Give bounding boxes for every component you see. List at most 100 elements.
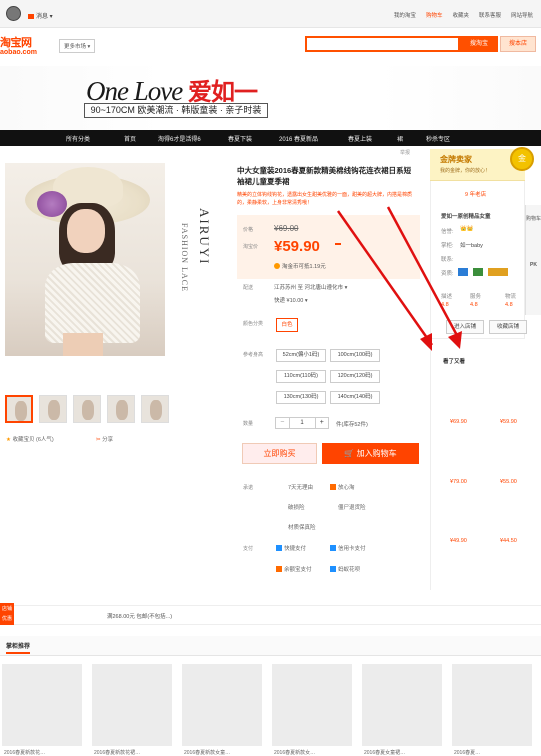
nav-skirts[interactable]: 裙	[397, 134, 403, 143]
service-assured[interactable]: 放心淘	[330, 483, 355, 491]
sidebar-pk[interactable]: PK	[526, 262, 541, 268]
shipping-fee[interactable]: 快递 ¥10.00 ▾	[274, 296, 308, 304]
arrow-line-right	[386, 206, 462, 342]
nav-promo[interactable]: 淘得6才是活得6	[158, 134, 201, 143]
size-label: 参考身高	[243, 352, 264, 358]
service-return[interactable]: 僵尸退货险	[338, 503, 366, 511]
shop-banner[interactable]: One Love 爱如一 90~170CM 欧美潮流 · 韩版童装 · 亲子时装	[0, 66, 541, 130]
quantity-label: 数量	[243, 421, 254, 427]
yuebao-icon	[276, 566, 282, 572]
site-nav-link[interactable]: 网站导航	[511, 11, 533, 19]
thumbnail[interactable]	[5, 395, 33, 423]
recommend-title[interactable]: 2016春夏女童裙…	[364, 749, 405, 756]
service-material[interactable]: 材质保真险	[288, 523, 316, 531]
pay-huabei[interactable]: 蚂蚁花呗	[330, 565, 360, 573]
nav-new[interactable]: 2016 春夏新品	[279, 134, 318, 143]
my-taobao-link[interactable]: 我的淘宝	[394, 11, 416, 19]
color-option-white[interactable]: 白色	[276, 318, 298, 332]
taobao-logo[interactable]: 淘宝网 aobao.com	[0, 34, 37, 56]
image-side-text: FASHION LACE AIRUYI	[180, 208, 212, 292]
banner-subtitle: 90~170CM 欧美潮流 · 韩版童装 · 亲子时装	[84, 103, 268, 118]
sidebar-cart-icon[interactable]: 购物车	[526, 215, 541, 222]
recommend-card[interactable]	[452, 664, 532, 746]
cart-icon: 🛒	[344, 449, 355, 458]
see-also-price[interactable]: ¥69.90	[450, 419, 467, 425]
service-damage[interactable]: 破损险	[288, 503, 305, 511]
favorites-link[interactable]: 收藏夹	[452, 11, 469, 19]
size-option[interactable]: 110cm(110码)	[276, 370, 326, 383]
quantity-input[interactable]: 1	[290, 418, 315, 428]
search-input[interactable]	[305, 36, 460, 52]
recommend-title[interactable]: 2016春夏新款花裙…	[94, 749, 140, 756]
see-also-price[interactable]: ¥59.90	[500, 419, 517, 425]
search-taobao-button[interactable]: 搜淘宝	[460, 36, 498, 52]
more-markets-dropdown[interactable]: 更多市场 ▾	[59, 39, 96, 53]
thumbnail[interactable]	[141, 395, 169, 423]
top-bar: 消息 ▾ 我的淘宝 购物车 收藏夹 联系客服 网站导航	[0, 0, 541, 28]
cart-link[interactable]: 购物车	[426, 11, 443, 19]
stock-count: 件(库存52件)	[336, 422, 368, 428]
star-icon: ★	[6, 437, 11, 443]
thumbnail[interactable]	[73, 395, 101, 423]
size-option[interactable]: 130cm(130码)	[276, 391, 326, 404]
favorite-shop-button[interactable]: 收藏店铺	[489, 320, 527, 334]
size-option[interactable]: 120cm(120码)	[330, 370, 380, 383]
recommend-card[interactable]	[362, 664, 442, 746]
huabei-icon	[330, 566, 336, 572]
pay-label: 支付	[243, 546, 254, 552]
recommend-title[interactable]: 2016春夏新款女童…	[184, 749, 230, 756]
tab-shopkeeper-recommend[interactable]: 掌柜推荐	[6, 641, 31, 654]
recommend-title[interactable]: 2016春夏新款花…	[4, 749, 45, 756]
size-option[interactable]: 52cm(偏小1码)	[276, 349, 326, 362]
see-also-price[interactable]: ¥44.50	[500, 538, 517, 544]
header: 淘宝网 aobao.com 更多市场 ▾ 搜淘宝 搜本店	[0, 28, 541, 66]
share-link[interactable]: ✂ 分享	[96, 435, 113, 443]
nav-home[interactable]: 首页	[124, 134, 136, 143]
pay-yuebao[interactable]: 余额宝支付	[276, 565, 312, 573]
quantity-minus-button[interactable]: −	[276, 418, 290, 428]
service-7day[interactable]: 7天无理由	[288, 483, 313, 491]
product-title: 中大女童装2016春夏新款精美棉线钩花连衣裙日系短袖裙儿童夏季裙	[237, 166, 412, 186]
quantity-plus-button[interactable]: +	[314, 418, 329, 428]
recommend-title[interactable]: 2016春夏…	[454, 749, 480, 756]
nav-bottoms[interactable]: 春夏下装	[228, 134, 252, 143]
messages-link[interactable]: 消息 ▾	[28, 11, 53, 20]
recommend-card[interactable]	[182, 664, 262, 746]
assured-icon	[330, 484, 336, 490]
current-price: ¥59.90	[274, 238, 320, 255]
search-shop-button[interactable]: 搜本店	[500, 36, 536, 52]
see-also-price[interactable]: ¥49.90	[450, 538, 467, 544]
see-also-price[interactable]: ¥55.00	[500, 479, 517, 485]
avatar[interactable]	[6, 6, 21, 21]
banner-title: One Love 爱如一	[86, 76, 258, 106]
add-to-cart-button[interactable]: 🛒 加入购物车	[322, 443, 419, 464]
thumbnail[interactable]	[107, 395, 135, 423]
main-product-image[interactable]	[5, 163, 165, 356]
size-option[interactable]: 140cm(140码)	[330, 391, 380, 404]
original-price: ¥69.00	[274, 224, 299, 233]
recommend-card[interactable]	[272, 664, 352, 746]
pay-credit[interactable]: 信用卡支付	[330, 544, 366, 552]
buy-now-button[interactable]: 立即购买	[242, 443, 317, 464]
see-also-price[interactable]: ¥79.00	[450, 479, 467, 485]
nav-flash-sale[interactable]: 秒杀专区	[426, 134, 450, 143]
top-nav: 我的淘宝 购物车 收藏夹 联系客服 网站导航	[384, 11, 533, 19]
shop-promo-badge[interactable]: 店铺优惠	[0, 603, 14, 625]
shop-years: 9 年老店	[465, 192, 487, 198]
recommend-card[interactable]	[92, 664, 172, 746]
customer-service-link[interactable]: 联系客服	[479, 11, 501, 19]
shop-nav: 所有分类 首页 淘得6才是活得6 春夏下装 2016 春夏新品 春夏上装 裙 秒…	[0, 130, 541, 146]
promo-text: 满268.00元 包邮(不包括...)	[107, 614, 173, 620]
thumbnail[interactable]	[39, 395, 67, 423]
promise-label: 承诺	[243, 485, 254, 491]
recommend-title[interactable]: 2016春夏新款女…	[274, 749, 315, 756]
nav-all-categories[interactable]: 所有分类	[66, 134, 90, 143]
pay-quick[interactable]: 快捷支付	[276, 544, 306, 552]
side-toolbar: 购物车 PK	[525, 205, 541, 315]
recommend-card[interactable]	[2, 664, 82, 746]
thumbnail-strip	[5, 395, 169, 423]
report-link[interactable]: 举报	[400, 149, 410, 156]
share-icon: ✂	[96, 437, 101, 443]
favorite-item-link[interactable]: ★ 收藏宝贝 (6人气)	[6, 435, 54, 443]
nav-tops[interactable]: 春夏上装	[348, 134, 372, 143]
